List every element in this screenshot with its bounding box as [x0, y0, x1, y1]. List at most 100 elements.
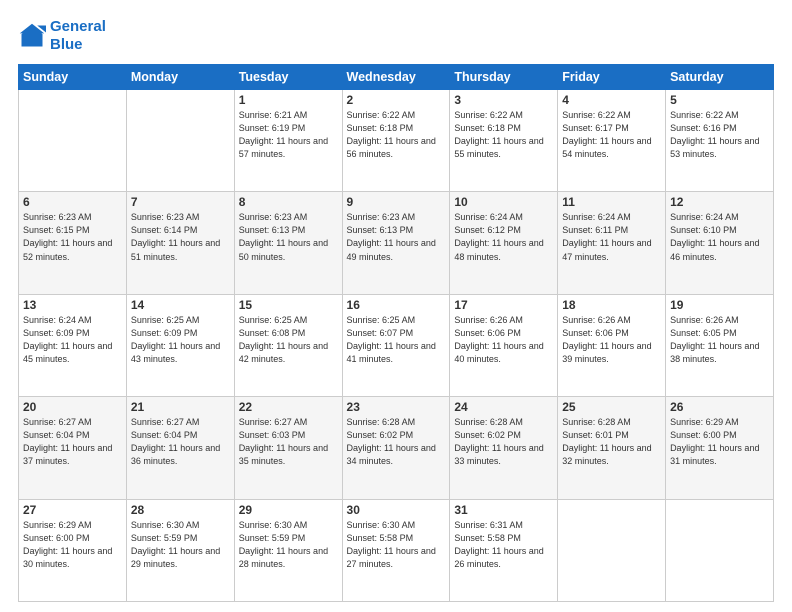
day-number: 30: [347, 503, 446, 517]
calendar-cell: 13 Sunrise: 6:24 AM Sunset: 6:09 PM Dayli…: [19, 294, 127, 396]
calendar-cell: 5 Sunrise: 6:22 AM Sunset: 6:16 PM Daylig…: [666, 90, 774, 192]
day-info: Sunrise: 6:28 AM Sunset: 6:01 PM Dayligh…: [562, 416, 661, 468]
calendar-week-3: 13 Sunrise: 6:24 AM Sunset: 6:09 PM Dayli…: [19, 294, 774, 396]
day-info: Sunrise: 6:23 AM Sunset: 6:15 PM Dayligh…: [23, 211, 122, 263]
weekday-header-sunday: Sunday: [19, 65, 127, 90]
logo-general: General: [50, 18, 106, 35]
day-info: Sunrise: 6:24 AM Sunset: 6:10 PM Dayligh…: [670, 211, 769, 263]
day-number: 22: [239, 400, 338, 414]
day-info: Sunrise: 6:31 AM Sunset: 5:58 PM Dayligh…: [454, 519, 553, 571]
day-number: 6: [23, 195, 122, 209]
calendar-week-2: 6 Sunrise: 6:23 AM Sunset: 6:15 PM Daylig…: [19, 192, 774, 294]
day-info: Sunrise: 6:22 AM Sunset: 6:18 PM Dayligh…: [454, 109, 553, 161]
day-number: 24: [454, 400, 553, 414]
weekday-header-monday: Monday: [126, 65, 234, 90]
logo: General Blue: [18, 18, 106, 54]
calendar-cell: 4 Sunrise: 6:22 AM Sunset: 6:17 PM Daylig…: [558, 90, 666, 192]
calendar-cell: 1 Sunrise: 6:21 AM Sunset: 6:19 PM Daylig…: [234, 90, 342, 192]
day-info: Sunrise: 6:23 AM Sunset: 6:13 PM Dayligh…: [347, 211, 446, 263]
calendar-cell: 10 Sunrise: 6:24 AM Sunset: 6:12 PM Dayli…: [450, 192, 558, 294]
day-number: 19: [670, 298, 769, 312]
logo-icon: [18, 22, 46, 50]
day-info: Sunrise: 6:29 AM Sunset: 6:00 PM Dayligh…: [23, 519, 122, 571]
day-number: 15: [239, 298, 338, 312]
day-number: 27: [23, 503, 122, 517]
day-number: 26: [670, 400, 769, 414]
calendar-cell: 3Sunrise: 6:22 AM Sunset: 6:18 PM Daylig…: [450, 90, 558, 192]
day-info: Sunrise: 6:25 AM Sunset: 6:07 PM Dayligh…: [347, 314, 446, 366]
calendar-cell: [666, 499, 774, 601]
day-number: 9: [347, 195, 446, 209]
calendar-cell: 8 Sunrise: 6:23 AM Sunset: 6:13 PM Daylig…: [234, 192, 342, 294]
day-info: Sunrise: 6:24 AM Sunset: 6:09 PM Dayligh…: [23, 314, 122, 366]
calendar-cell: 25 Sunrise: 6:28 AM Sunset: 6:01 PM Dayli…: [558, 397, 666, 499]
day-info: Sunrise: 6:21 AM Sunset: 6:19 PM Dayligh…: [239, 109, 338, 161]
calendar-week-5: 27 Sunrise: 6:29 AM Sunset: 6:00 PM Dayli…: [19, 499, 774, 601]
calendar-cell: 23Sunrise: 6:28 AM Sunset: 6:02 PM Dayli…: [342, 397, 450, 499]
weekday-header-thursday: Thursday: [450, 65, 558, 90]
calendar-cell: 22 Sunrise: 6:27 AM Sunset: 6:03 PM Dayli…: [234, 397, 342, 499]
calendar-body: 1 Sunrise: 6:21 AM Sunset: 6:19 PM Daylig…: [19, 90, 774, 602]
weekday-header-wednesday: Wednesday: [342, 65, 450, 90]
calendar-cell: 17 Sunrise: 6:26 AM Sunset: 6:06 PM Dayli…: [450, 294, 558, 396]
calendar-cell: 2Sunrise: 6:22 AM Sunset: 6:18 PM Daylig…: [342, 90, 450, 192]
calendar-cell: 9 Sunrise: 6:23 AM Sunset: 6:13 PM Daylig…: [342, 192, 450, 294]
day-info: Sunrise: 6:29 AM Sunset: 6:00 PM Dayligh…: [670, 416, 769, 468]
day-info: Sunrise: 6:23 AM Sunset: 6:13 PM Dayligh…: [239, 211, 338, 263]
calendar-cell: 16Sunrise: 6:25 AM Sunset: 6:07 PM Dayli…: [342, 294, 450, 396]
day-info: Sunrise: 6:30 AM Sunset: 5:59 PM Dayligh…: [239, 519, 338, 571]
calendar-cell: 29 Sunrise: 6:30 AM Sunset: 5:59 PM Dayli…: [234, 499, 342, 601]
day-number: 29: [239, 503, 338, 517]
day-number: 10: [454, 195, 553, 209]
weekday-row: SundayMondayTuesdayWednesdayThursdayFrid…: [19, 65, 774, 90]
day-number: 8: [239, 195, 338, 209]
day-info: Sunrise: 6:22 AM Sunset: 6:18 PM Dayligh…: [347, 109, 446, 161]
day-number: 13: [23, 298, 122, 312]
day-info: Sunrise: 6:30 AM Sunset: 5:59 PM Dayligh…: [131, 519, 230, 571]
day-number: 11: [562, 195, 661, 209]
calendar-table: SundayMondayTuesdayWednesdayThursdayFrid…: [18, 64, 774, 602]
day-info: Sunrise: 6:26 AM Sunset: 6:06 PM Dayligh…: [454, 314, 553, 366]
day-number: 5: [670, 93, 769, 107]
calendar-header: SundayMondayTuesdayWednesdayThursdayFrid…: [19, 65, 774, 90]
calendar-cell: 26 Sunrise: 6:29 AM Sunset: 6:00 PM Dayli…: [666, 397, 774, 499]
day-number: 17: [454, 298, 553, 312]
weekday-header-tuesday: Tuesday: [234, 65, 342, 90]
calendar-cell: 18 Sunrise: 6:26 AM Sunset: 6:06 PM Dayli…: [558, 294, 666, 396]
day-number: 20: [23, 400, 122, 414]
calendar-cell: 6 Sunrise: 6:23 AM Sunset: 6:15 PM Daylig…: [19, 192, 127, 294]
calendar-cell: 19Sunrise: 6:26 AM Sunset: 6:05 PM Dayli…: [666, 294, 774, 396]
day-info: Sunrise: 6:27 AM Sunset: 6:03 PM Dayligh…: [239, 416, 338, 468]
calendar-cell: 24 Sunrise: 6:28 AM Sunset: 6:02 PM Dayli…: [450, 397, 558, 499]
calendar-week-1: 1 Sunrise: 6:21 AM Sunset: 6:19 PM Daylig…: [19, 90, 774, 192]
day-info: Sunrise: 6:22 AM Sunset: 6:16 PM Dayligh…: [670, 109, 769, 161]
calendar-cell: 15 Sunrise: 6:25 AM Sunset: 6:08 PM Dayli…: [234, 294, 342, 396]
calendar-cell: 14Sunrise: 6:25 AM Sunset: 6:09 PM Dayli…: [126, 294, 234, 396]
day-number: 31: [454, 503, 553, 517]
day-number: 7: [131, 195, 230, 209]
day-number: 28: [131, 503, 230, 517]
logo-text: General Blue: [50, 18, 106, 54]
day-number: 1: [239, 93, 338, 107]
day-info: Sunrise: 6:27 AM Sunset: 6:04 PM Dayligh…: [23, 416, 122, 468]
day-info: Sunrise: 6:26 AM Sunset: 6:06 PM Dayligh…: [562, 314, 661, 366]
day-info: Sunrise: 6:25 AM Sunset: 6:08 PM Dayligh…: [239, 314, 338, 366]
calendar-cell: 27 Sunrise: 6:29 AM Sunset: 6:00 PM Dayli…: [19, 499, 127, 601]
calendar-cell: 12 Sunrise: 6:24 AM Sunset: 6:10 PM Dayli…: [666, 192, 774, 294]
calendar-cell: 31 Sunrise: 6:31 AM Sunset: 5:58 PM Dayli…: [450, 499, 558, 601]
calendar-cell: 28 Sunrise: 6:30 AM Sunset: 5:59 PM Dayli…: [126, 499, 234, 601]
day-number: 25: [562, 400, 661, 414]
day-info: Sunrise: 6:30 AM Sunset: 5:58 PM Dayligh…: [347, 519, 446, 571]
day-info: Sunrise: 6:28 AM Sunset: 6:02 PM Dayligh…: [454, 416, 553, 468]
page: General Blue SundayMondayTuesdayWednesda…: [0, 0, 792, 612]
day-number: 21: [131, 400, 230, 414]
weekday-header-saturday: Saturday: [666, 65, 774, 90]
day-number: 18: [562, 298, 661, 312]
day-info: Sunrise: 6:27 AM Sunset: 6:04 PM Dayligh…: [131, 416, 230, 468]
day-info: Sunrise: 6:28 AM Sunset: 6:02 PM Dayligh…: [347, 416, 446, 468]
day-info: Sunrise: 6:24 AM Sunset: 6:12 PM Dayligh…: [454, 211, 553, 263]
day-number: 4: [562, 93, 661, 107]
logo-blue: Blue: [50, 36, 106, 54]
day-number: 12: [670, 195, 769, 209]
day-info: Sunrise: 6:22 AM Sunset: 6:17 PM Dayligh…: [562, 109, 661, 161]
